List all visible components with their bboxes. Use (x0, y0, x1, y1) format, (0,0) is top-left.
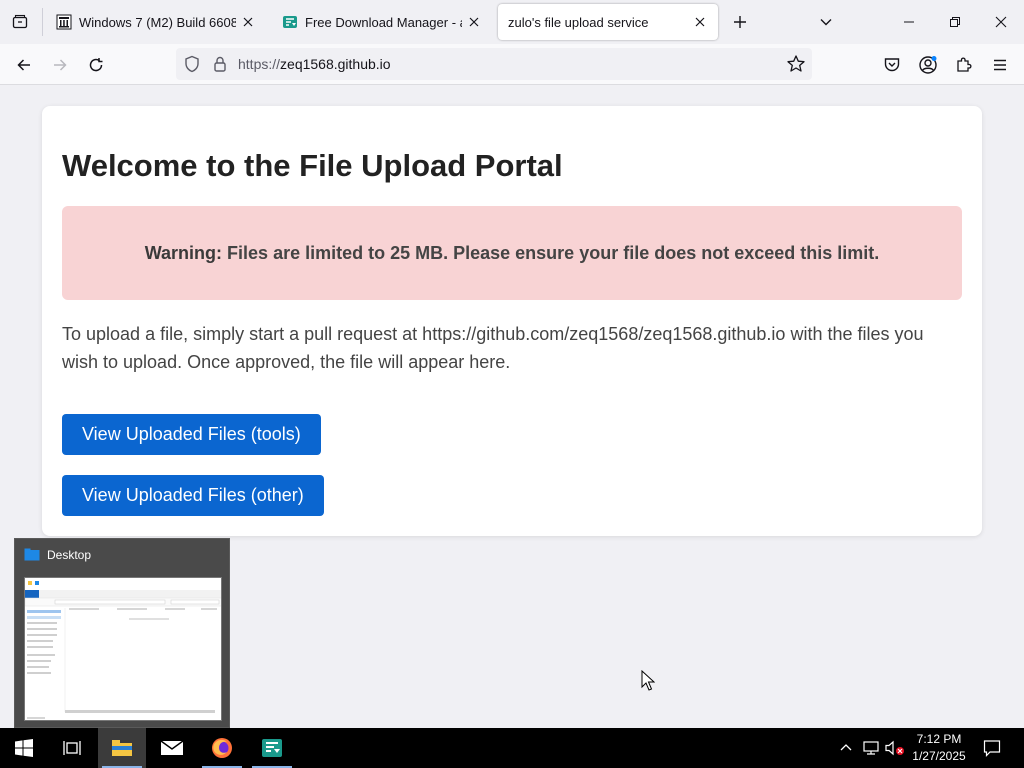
fdm-icon (282, 14, 298, 30)
network-icon (863, 741, 879, 755)
url-host: zeq1568.github.io (280, 56, 391, 72)
tab-overflow-button[interactable] (814, 10, 838, 34)
reload-button[interactable] (81, 50, 111, 80)
star-icon[interactable] (786, 54, 806, 74)
tab-file-upload-service[interactable]: zulo's file upload service (498, 4, 718, 40)
extensions-button[interactable] (951, 52, 977, 78)
mouse-cursor-icon (641, 670, 655, 691)
address-bar[interactable]: https://zeq1568.github.io (176, 48, 812, 80)
upload-portal-card: Welcome to the File Upload Portal Warnin… (42, 106, 982, 536)
list-all-tabs-button[interactable] (0, 0, 40, 44)
volume-button[interactable] (884, 728, 906, 768)
close-icon[interactable] (466, 14, 482, 30)
tab-archive[interactable]: Windows 7 (M2) Build 6608 : Mi (46, 4, 266, 40)
clock-time: 7:12 PM (916, 732, 962, 746)
folder-icon (112, 740, 132, 756)
account-button[interactable] (915, 52, 941, 78)
close-icon (995, 16, 1007, 28)
pocket-icon (884, 58, 900, 72)
close-icon[interactable] (240, 14, 256, 30)
tab-free-download-manager[interactable]: Free Download Manager - abso (272, 4, 492, 40)
tab-title: zulo's file upload service (508, 14, 649, 30)
volume-muted-icon (885, 740, 904, 756)
task-view-button[interactable] (48, 728, 96, 768)
arrow-left-icon (17, 59, 30, 71)
forward-button[interactable] (45, 50, 75, 80)
preview-title: Desktop (47, 548, 92, 562)
tab-separator (42, 8, 43, 36)
minimize-icon (904, 21, 914, 23)
start-button[interactable] (0, 728, 48, 768)
archive-org-icon (56, 14, 72, 30)
tab-title: Free Download Manager - abso (305, 14, 462, 30)
restore-button[interactable] (932, 0, 978, 44)
fdm-taskbar-button[interactable] (248, 728, 296, 768)
close-window-button[interactable] (978, 0, 1024, 44)
warning-text: Files are limited to 25 MB. Please ensur… (227, 242, 880, 263)
new-tab-button[interactable] (728, 10, 752, 34)
url-text: https://zeq1568.github.io (238, 56, 391, 72)
fdm-icon (262, 739, 282, 757)
notification-icon (983, 740, 1001, 757)
shield-icon[interactable] (183, 55, 201, 73)
firefox-taskbar-button[interactable] (198, 728, 246, 768)
view-uploaded-files-other-button[interactable]: View Uploaded Files (other) (62, 475, 324, 516)
firefox-icon (212, 738, 232, 758)
show-hidden-icons-button[interactable] (836, 728, 856, 768)
warning-label: Warning: (144, 242, 223, 263)
tab-list-icon (12, 14, 28, 29)
explorer-thumbnail[interactable] (24, 577, 222, 721)
mail-taskbar-button[interactable] (148, 728, 196, 768)
windows-taskbar: 7:12 PM 1/27/2025 (0, 728, 1024, 768)
close-icon[interactable] (692, 14, 708, 30)
reload-icon (89, 58, 103, 72)
url-scheme: https:// (238, 56, 281, 72)
tab-title: Windows 7 (M2) Build 6608 : Mi (79, 14, 236, 30)
navigation-toolbar: https://zeq1568.github.io (0, 44, 1024, 85)
hamburger-icon (994, 59, 1006, 71)
account-icon (919, 56, 937, 74)
taskbar-thumbnail-preview[interactable]: Desktop (14, 538, 230, 728)
pocket-button[interactable] (879, 52, 905, 78)
tab-strip: Windows 7 (M2) Build 6608 : Mi Free Down… (0, 0, 1024, 44)
page-title: Welcome to the File Upload Portal (62, 148, 563, 183)
puzzle-icon (957, 57, 972, 72)
chevron-up-icon (840, 744, 852, 751)
clock-date: 1/27/2025 (912, 749, 966, 763)
task-view-icon (63, 741, 81, 755)
mail-icon (160, 740, 184, 755)
file-explorer-taskbar-button[interactable] (98, 728, 146, 768)
lock-icon[interactable] (211, 55, 229, 73)
minimize-button[interactable] (886, 0, 932, 44)
warning-banner: Warning: Files are limited to 25 MB. Ple… (62, 206, 962, 300)
system-clock[interactable]: 7:12 PM 1/27/2025 (906, 731, 972, 765)
chevron-down-icon (820, 19, 832, 26)
folder-icon (24, 548, 40, 561)
action-center-button[interactable] (978, 728, 1006, 768)
network-button[interactable] (860, 728, 882, 768)
plus-icon (734, 16, 746, 28)
back-button[interactable] (9, 50, 39, 80)
arrow-right-icon (54, 59, 67, 71)
windows-logo-icon (15, 739, 33, 757)
upload-instructions: To upload a file, simply start a pull re… (62, 324, 924, 372)
view-uploaded-files-tools-button[interactable]: View Uploaded Files (tools) (62, 414, 321, 455)
restore-icon (950, 17, 960, 27)
app-menu-button[interactable] (987, 52, 1013, 78)
